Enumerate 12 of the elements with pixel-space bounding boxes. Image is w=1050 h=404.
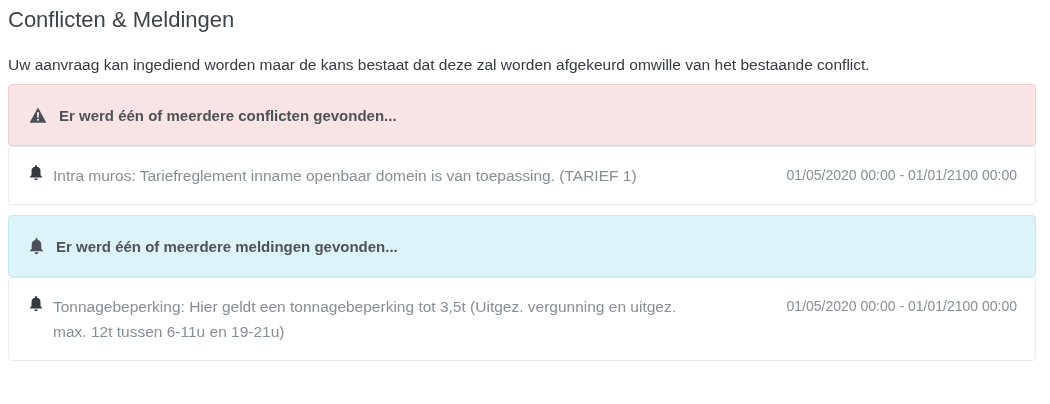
alert-header-text: Er werd één of meerdere meldingen gevonden... <box>56 237 398 255</box>
alert-header-text: Er werd één of meerdere conflicten gevonden... <box>59 106 397 124</box>
bell-icon <box>29 237 44 255</box>
bell-icon <box>29 296 43 312</box>
alert-message: Tonnagebeperking: Hier geldt een tonnagebeperking tot 3,5t (Uitgez. vergunning en uitgez. max. 12t tussen 6-11u en 19-21u) <box>53 297 677 342</box>
intro-text: Uw aanvraag kan ingediend worden maar de kans bestaat dat deze zal worden afgekeurd omwille van het bestaande conflict. <box>8 56 871 74</box>
bell-icon <box>29 165 43 181</box>
date-range: 01/05/2020 00:00 - 01/01/2100 00:00 <box>786 166 1017 185</box>
alert-message: Intra muros: Tariefreglement inname openbaar domein is van toepassing. (TARIEF 1) <box>53 166 638 186</box>
date-range: 01/05/2020 00:00 - 01/01/2100 00:00 <box>786 297 1017 316</box>
page-title: Conflicten & Meldingen <box>8 6 236 34</box>
warning-icon <box>29 107 47 123</box>
